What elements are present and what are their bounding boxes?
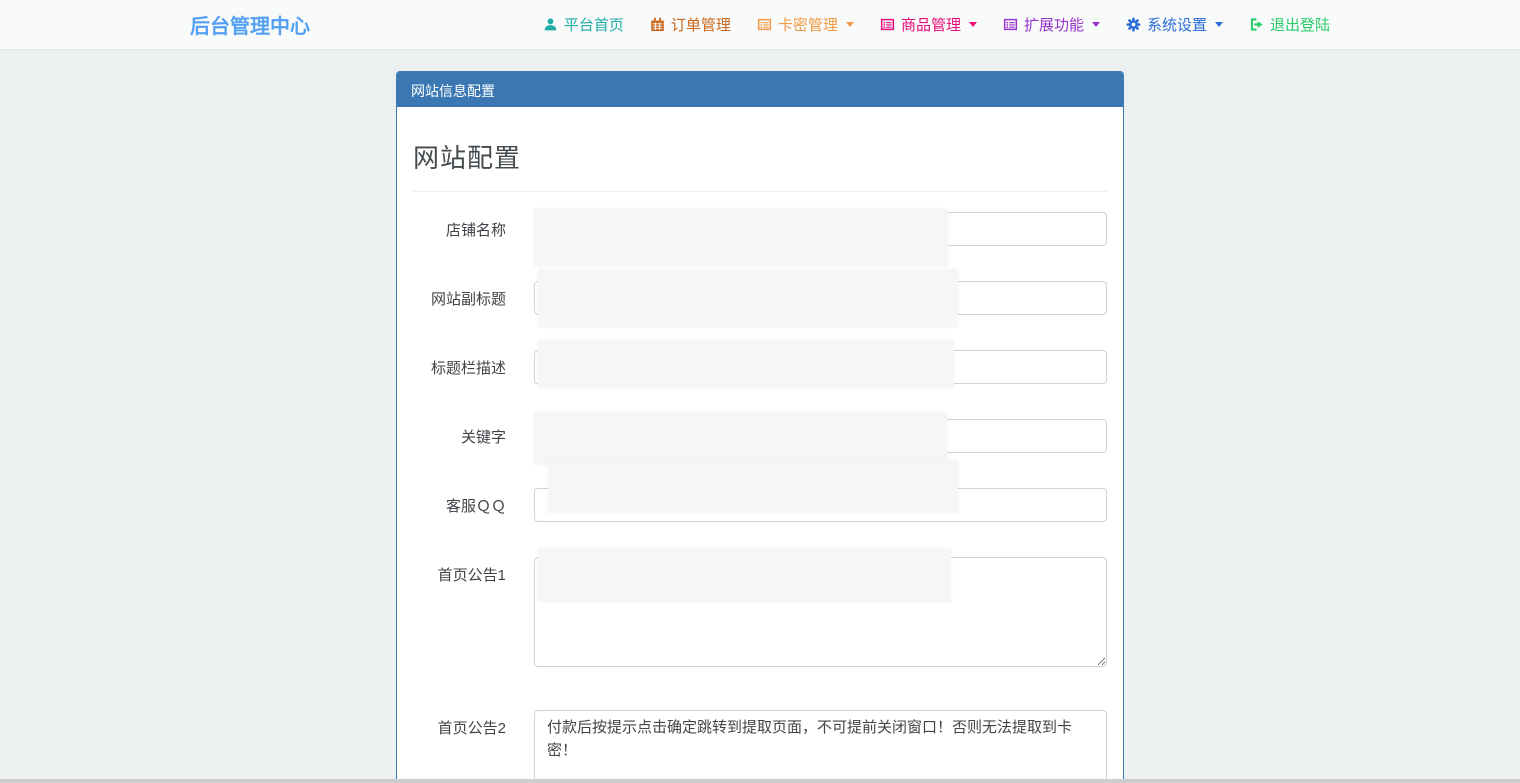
list-alt-icon [880,17,895,32]
home-notice-1-textarea[interactable] [534,557,1107,667]
brand-title[interactable]: 后台管理中心 [190,10,310,39]
home-notice-1-label: 首页公告1 [413,557,534,672]
nav-item-product-management[interactable]: 商品管理 [880,14,977,35]
horizontal-scrollbar[interactable] [0,779,1520,783]
divider [413,191,1107,192]
site-config-panel: 网站信息配置 网站配置 店铺名称 网站副标题 标题栏描述 关键字 [396,71,1124,783]
chevron-down-icon [1092,22,1100,27]
shop-name-input[interactable] [534,212,1107,246]
list-alt-icon [1003,17,1018,32]
nav-label: 商品管理 [901,14,961,35]
panel-title: 网站信息配置 [397,72,1123,107]
nav-label: 订单管理 [671,14,731,35]
nav-label: 扩展功能 [1024,14,1084,35]
nav-item-extensions[interactable]: 扩展功能 [1003,14,1100,35]
form-row-keywords: 关键字 [413,419,1107,453]
keywords-input[interactable] [534,419,1107,453]
home-notice-2-label: 首页公告2 [413,710,534,783]
gear-icon [1126,17,1141,32]
page-content: 网站信息配置 网站配置 店铺名称 网站副标题 标题栏描述 关键字 [0,50,1520,783]
home-notice-2-textarea[interactable]: 付款后按提示点击确定跳转到提取页面，不可提前关闭窗口！否则无法提取到卡密！ [534,710,1107,783]
nav-label: 退出登陆 [1270,14,1330,35]
service-qq-input[interactable] [534,488,1107,522]
title-description-label: 标题栏描述 [413,350,534,384]
form-row-home-notice-2: 首页公告2 付款后按提示点击确定跳转到提取页面，不可提前关闭窗口！否则无法提取到… [413,710,1107,783]
nav-label: 平台首页 [564,14,624,35]
user-icon [543,17,558,32]
form-row-site-subtitle: 网站副标题 [413,281,1107,315]
list-alt-icon [757,17,772,32]
page-title: 网站配置 [413,138,1107,175]
keywords-label: 关键字 [413,419,534,453]
chevron-down-icon [846,22,854,27]
form-row-shop-name: 店铺名称 [413,212,1107,246]
chevron-down-icon [969,22,977,27]
chevron-down-icon [1215,22,1223,27]
nav-item-logout[interactable]: 退出登陆 [1249,14,1330,35]
nav-label: 系统设置 [1147,14,1207,35]
top-navbar: 后台管理中心 平台首页 订单管理 卡密管理 [0,0,1520,50]
sign-out-icon [1249,17,1264,32]
shop-name-label: 店铺名称 [413,212,534,246]
title-description-input[interactable] [534,350,1107,384]
nav-label: 卡密管理 [778,14,838,35]
nav-item-system-settings[interactable]: 系统设置 [1126,14,1223,35]
nav-item-card-management[interactable]: 卡密管理 [757,14,854,35]
site-subtitle-label: 网站副标题 [413,281,534,315]
form-row-title-description: 标题栏描述 [413,350,1107,384]
main-nav: 平台首页 订单管理 卡密管理 商品管理 [543,14,1330,35]
nav-item-order-management[interactable]: 订单管理 [650,14,731,35]
site-config-form: 店铺名称 网站副标题 标题栏描述 关键字 客服ＱＱ [413,212,1107,783]
nav-item-platform-home[interactable]: 平台首页 [543,14,624,35]
form-row-service-qq: 客服ＱＱ [413,488,1107,522]
service-qq-label: 客服ＱＱ [413,488,534,522]
calendar-icon [650,17,665,32]
site-subtitle-input[interactable] [534,281,1107,315]
form-row-home-notice-1: 首页公告1 [413,557,1107,672]
